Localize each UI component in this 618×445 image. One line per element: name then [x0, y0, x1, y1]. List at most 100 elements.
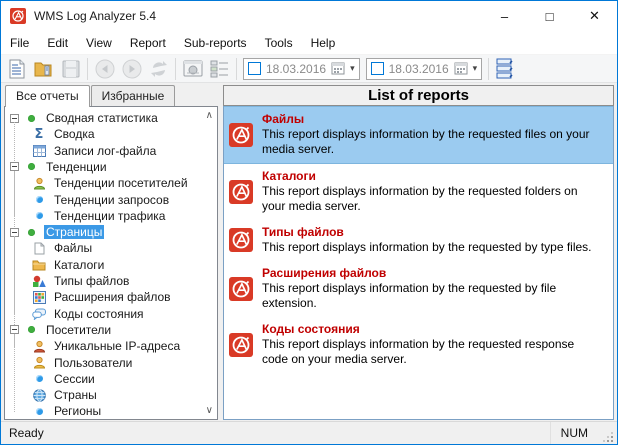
file-types-icon — [32, 274, 46, 288]
date-from-picker[interactable]: 18.03.2016 ▾ — [243, 58, 360, 80]
tree-group-label[interactable]: Сводная статистика — [44, 111, 160, 125]
tree-item-file-extensions[interactable]: Расширения файлов — [5, 289, 217, 305]
resize-grip[interactable] — [602, 432, 614, 444]
new-report-button[interactable] — [3, 56, 30, 81]
menu-view[interactable]: View — [77, 33, 121, 53]
calendar-icon[interactable] — [454, 62, 468, 75]
tree-item-files[interactable]: Файлы — [5, 240, 217, 256]
date-to-value[interactable]: 18.03.2016 — [389, 62, 449, 76]
tree-item-label[interactable]: Тенденции посетителей — [52, 176, 190, 190]
collapse-icon[interactable] — [10, 228, 19, 237]
tree-scroll-down-icon[interactable]: ∨ — [206, 406, 213, 416]
menu-sub-reports[interactable]: Sub-reports — [175, 33, 256, 53]
minimize-button[interactable]: – — [482, 1, 527, 31]
tree-item-label[interactable]: Страны — [52, 388, 99, 402]
report-list-button[interactable] — [492, 56, 519, 81]
menu-tools[interactable]: Tools — [256, 33, 302, 53]
menu-file[interactable]: File — [1, 33, 38, 53]
toolbar-separator — [87, 58, 88, 80]
tree-item-file-types[interactable]: Типы файлов — [5, 273, 217, 289]
tree-item-label[interactable]: Регионы — [52, 404, 103, 418]
tree-item-label[interactable]: Расширения файлов — [52, 290, 173, 304]
tree-group-visitors[interactable]: Посетители — [5, 322, 217, 338]
report-logo-icon — [229, 333, 253, 357]
report-item-file-extensions[interactable]: Расширения файлов This report displays i… — [224, 261, 613, 317]
blue-bullet-icon — [32, 193, 46, 207]
open-button[interactable] — [30, 56, 57, 81]
refresh-icon — [150, 59, 168, 79]
speech-bubbles-icon — [32, 307, 46, 321]
tree-item-folders[interactable]: Каталоги — [5, 257, 217, 273]
tree-item-traffic-trends[interactable]: Тенденции трафика — [5, 208, 217, 224]
save-button[interactable] — [57, 56, 84, 81]
collapse-icon[interactable] — [10, 162, 19, 171]
reports-list-header: List of reports — [223, 85, 614, 106]
refresh-button[interactable] — [145, 56, 172, 81]
date-from-dropdown-icon[interactable]: ▾ — [350, 63, 355, 74]
tree-item-label[interactable]: Файлы — [52, 241, 94, 255]
menu-report[interactable]: Report — [121, 33, 175, 53]
maximize-button[interactable]: □ — [527, 1, 572, 31]
tree-item-label[interactable]: Записи лог-файла — [52, 144, 158, 158]
tree-item-label[interactable]: Каталоги — [52, 258, 106, 272]
date-to-checkbox[interactable] — [371, 62, 384, 75]
report-item-status-codes[interactable]: Коды состояния This report displays info… — [224, 317, 613, 373]
collapse-icon[interactable] — [10, 114, 19, 123]
preview-button[interactable] — [179, 56, 206, 81]
tree-item-summary[interactable]: Σ Сводка — [5, 126, 217, 142]
tree-group-trends[interactable]: Тенденции — [5, 159, 217, 175]
tree-item-regions[interactable]: Регионы — [5, 403, 217, 419]
tree-item-visitor-trends[interactable]: Тенденции посетителей — [5, 175, 217, 191]
date-to-picker[interactable]: 18.03.2016 ▾ — [366, 58, 483, 80]
back-button[interactable] — [91, 56, 118, 81]
tree-item-countries[interactable]: Страны — [5, 387, 217, 403]
tree-item-label[interactable]: Сессии — [52, 372, 97, 386]
calendar-icon[interactable] — [331, 62, 345, 75]
tree-item-label[interactable]: Коды состояния — [52, 307, 146, 321]
report-item-file-types[interactable]: Типы файлов This report displays informa… — [224, 220, 613, 261]
report-title[interactable]: Каталоги — [262, 169, 603, 184]
date-to-dropdown-icon[interactable]: ▾ — [473, 63, 478, 74]
report-title[interactable]: Файлы — [262, 112, 603, 127]
back-arrow-icon — [95, 59, 115, 79]
report-description: This report displays information by the … — [262, 240, 592, 255]
forward-button[interactable] — [118, 56, 145, 81]
tree-item-label[interactable]: Пользователи — [52, 356, 134, 370]
details-list-icon — [210, 60, 230, 78]
tree-group-pages[interactable]: Страницы — [5, 224, 217, 240]
tree-item-log-records[interactable]: Записи лог-файла — [5, 143, 217, 159]
tree-item-label[interactable]: Тенденции трафика — [52, 209, 167, 223]
tree-item-unique-ip[interactable]: Уникальные IP-адреса — [5, 338, 217, 354]
collapse-icon[interactable] — [10, 325, 19, 334]
group-bullet-icon — [24, 225, 38, 239]
reports-list: Файлы This report displays information b… — [223, 106, 614, 420]
tree-group-label-selected[interactable]: Страницы — [44, 225, 104, 239]
tree-group-label[interactable]: Тенденции — [44, 160, 109, 174]
report-title[interactable]: Расширения файлов — [262, 266, 603, 281]
tab-all-reports[interactable]: Все отчеты — [5, 85, 90, 107]
report-item-files[interactable]: Файлы This report displays information b… — [224, 106, 613, 164]
date-from-value[interactable]: 18.03.2016 — [266, 62, 326, 76]
tree-group-summary[interactable]: Сводная статистика — [5, 110, 217, 126]
menu-help[interactable]: Help — [302, 33, 345, 53]
tree-item-status-codes[interactable]: Коды состояния — [5, 306, 217, 322]
tree-item-label[interactable]: Тенденции запросов — [52, 193, 171, 207]
details-view-button[interactable] — [206, 56, 233, 81]
report-title[interactable]: Коды состояния — [262, 322, 603, 337]
tree-scroll-up-icon[interactable]: ∧ — [206, 111, 213, 121]
report-title[interactable]: Типы файлов — [262, 225, 592, 240]
tree-item-users[interactable]: Пользователи — [5, 354, 217, 370]
report-description: This report displays information by the … — [262, 281, 603, 311]
close-button[interactable]: ✕ — [572, 1, 617, 31]
tree-item-request-trends[interactable]: Тенденции запросов — [5, 191, 217, 207]
tree-item-label[interactable]: Типы файлов — [52, 274, 131, 288]
tree-item-label[interactable]: Сводка — [52, 127, 97, 141]
tree-item-label[interactable]: Уникальные IP-адреса — [52, 339, 182, 353]
tree-group-label[interactable]: Посетители — [44, 323, 113, 337]
date-from-checkbox[interactable] — [248, 62, 261, 75]
menu-edit[interactable]: Edit — [38, 33, 77, 53]
report-item-folders[interactable]: Каталоги This report displays informatio… — [224, 164, 613, 220]
app-logo-icon — [10, 8, 26, 24]
tab-favorites[interactable]: Избранные — [91, 85, 176, 107]
tree-item-sessions[interactable]: Сессии — [5, 371, 217, 387]
